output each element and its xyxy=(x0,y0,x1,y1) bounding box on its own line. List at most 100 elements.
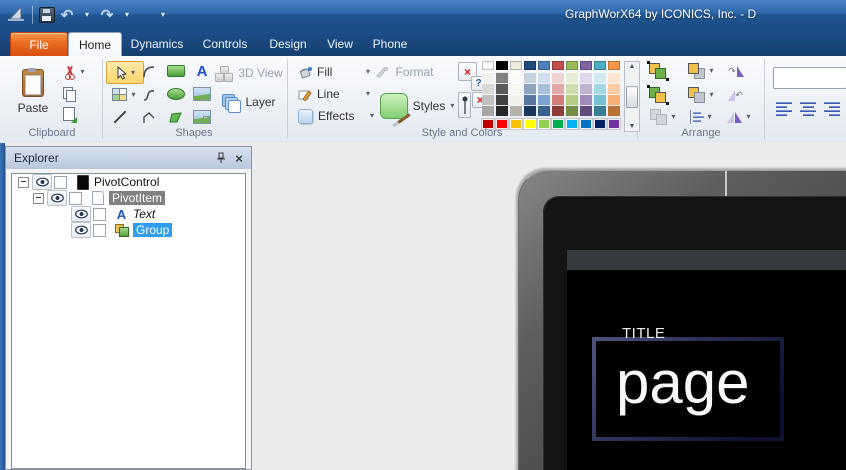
color-swatch[interactable] xyxy=(580,72,592,83)
tab-view[interactable]: View xyxy=(318,32,362,56)
curve-tool-button[interactable] xyxy=(138,84,160,104)
format-painter-button[interactable]: Format xyxy=(374,62,436,82)
visibility-eye-button[interactable] xyxy=(47,190,67,206)
color-swatch[interactable] xyxy=(552,61,564,70)
tree-checkbox[interactable] xyxy=(69,192,82,205)
scroll-up-icon[interactable]: ▲ xyxy=(629,63,636,70)
group-button[interactable] xyxy=(646,60,670,82)
effects-button[interactable]: Effects ▾ xyxy=(298,106,374,126)
paste-button[interactable]: Paste xyxy=(12,60,54,124)
color-swatch[interactable] xyxy=(566,61,578,70)
layer-button[interactable]: Layer xyxy=(214,90,284,114)
color-swatch[interactable] xyxy=(608,94,620,105)
tab-phone[interactable]: Phone xyxy=(366,32,414,56)
bring-to-front-button[interactable]: ▾ xyxy=(684,60,718,82)
color-swatch[interactable] xyxy=(524,61,536,70)
color-swatch[interactable] xyxy=(552,72,564,83)
device-screen[interactable]: TITLE page xyxy=(567,250,846,470)
color-swatch[interactable] xyxy=(566,72,578,83)
visibility-eye-button[interactable] xyxy=(71,206,91,222)
color-swatch[interactable] xyxy=(580,94,592,105)
palette-scrollbar[interactable]: ▲ ▼ xyxy=(624,61,640,132)
color-swatch[interactable] xyxy=(510,72,522,83)
line-tool-button[interactable] xyxy=(108,107,132,127)
color-swatch[interactable] xyxy=(538,83,550,94)
tree-checkbox[interactable] xyxy=(93,208,106,221)
distribute-button[interactable]: ▾ xyxy=(684,106,718,128)
rotate-counterclockwise-button[interactable]: ↶ xyxy=(722,84,750,106)
color-swatch[interactable] xyxy=(552,83,564,94)
pin-button[interactable] xyxy=(213,150,229,166)
3d-view-button[interactable]: 3D View xyxy=(214,62,284,84)
color-swatch[interactable] xyxy=(608,72,620,83)
color-swatch[interactable] xyxy=(510,94,522,105)
color-swatch[interactable] xyxy=(594,72,606,83)
page-text[interactable]: page xyxy=(616,335,749,431)
color-swatch[interactable] xyxy=(510,105,522,116)
color-swatch[interactable] xyxy=(524,105,536,116)
rectangle-tool-button[interactable] xyxy=(165,61,187,81)
color-swatch[interactable] xyxy=(538,105,550,116)
color-picker-button[interactable] xyxy=(458,92,471,118)
color-swatch[interactable] xyxy=(538,72,550,83)
color-swatch[interactable] xyxy=(482,61,494,70)
visibility-eye-button[interactable] xyxy=(32,174,52,190)
color-swatch[interactable] xyxy=(496,61,508,70)
color-swatch[interactable] xyxy=(594,105,606,116)
screen-title-text[interactable]: TITLE xyxy=(622,325,665,342)
fill-button[interactable]: Fill ▾ xyxy=(298,62,370,82)
symbols-tool-button[interactable]: ▾ xyxy=(106,84,142,105)
color-swatch[interactable] xyxy=(566,105,578,116)
color-swatch[interactable] xyxy=(566,83,578,94)
undo-button[interactable]: ↶ xyxy=(59,5,75,25)
send-to-back-button[interactable]: ▾ xyxy=(684,84,718,106)
align-center-button[interactable] xyxy=(800,102,816,116)
color-swatch[interactable] xyxy=(608,83,620,94)
flip-button[interactable]: ▾ xyxy=(720,106,758,128)
tree-checkbox[interactable] xyxy=(93,224,106,237)
color-swatch[interactable] xyxy=(496,72,508,83)
align-left-button[interactable] xyxy=(776,102,792,116)
page-rectangle[interactable]: page xyxy=(592,337,784,441)
cut-button[interactable]: ▾ xyxy=(56,62,92,82)
arc-tool-button[interactable] xyxy=(138,61,160,81)
color-swatch[interactable] xyxy=(524,72,536,83)
tree-checkbox[interactable] xyxy=(54,176,67,189)
tree-node-label[interactable]: Text xyxy=(133,207,155,221)
color-swatch[interactable] xyxy=(594,83,606,94)
tree-expander[interactable] xyxy=(33,193,44,204)
regroup-button[interactable]: ▾ xyxy=(646,106,680,128)
visibility-eye-button[interactable] xyxy=(71,222,91,238)
color-swatch[interactable] xyxy=(580,105,592,116)
color-swatch[interactable] xyxy=(482,72,494,83)
font-input[interactable] xyxy=(773,67,846,89)
save-button[interactable] xyxy=(39,5,55,25)
tree-row[interactable]: PivotControl xyxy=(12,174,245,190)
tree-node-label[interactable]: Group xyxy=(133,223,172,237)
color-swatch[interactable] xyxy=(524,83,536,94)
copy-button[interactable] xyxy=(56,83,82,103)
color-swatch[interactable] xyxy=(538,94,550,105)
ellipse-tool-button[interactable] xyxy=(165,84,187,104)
color-swatch[interactable] xyxy=(566,94,578,105)
close-panel-button[interactable]: × xyxy=(231,150,247,166)
tree-node-label[interactable]: PivotControl xyxy=(94,175,159,189)
line-style-button[interactable]: Line ▾ xyxy=(298,84,370,104)
qat-customize-button[interactable]: ▾ xyxy=(155,5,171,25)
color-swatch[interactable] xyxy=(482,94,494,105)
polyline-tool-button[interactable] xyxy=(138,107,160,127)
tree-row[interactable]: Group xyxy=(12,222,245,238)
embedded-image-tool-button[interactable] xyxy=(191,107,213,127)
color-swatch[interactable] xyxy=(510,61,522,70)
color-swatch[interactable] xyxy=(496,94,508,105)
color-swatch[interactable] xyxy=(496,105,508,116)
ungroup-button[interactable] xyxy=(646,84,670,106)
rotate-clockwise-button[interactable]: ↷ xyxy=(722,60,750,82)
polygon-tool-button[interactable] xyxy=(165,107,187,127)
tab-file[interactable]: File xyxy=(10,32,68,58)
color-swatch[interactable] xyxy=(482,83,494,94)
color-swatch[interactable] xyxy=(552,94,564,105)
paste-special-button[interactable] xyxy=(56,104,82,124)
text-tool-button[interactable]: A xyxy=(191,61,213,81)
color-swatch[interactable] xyxy=(524,94,536,105)
